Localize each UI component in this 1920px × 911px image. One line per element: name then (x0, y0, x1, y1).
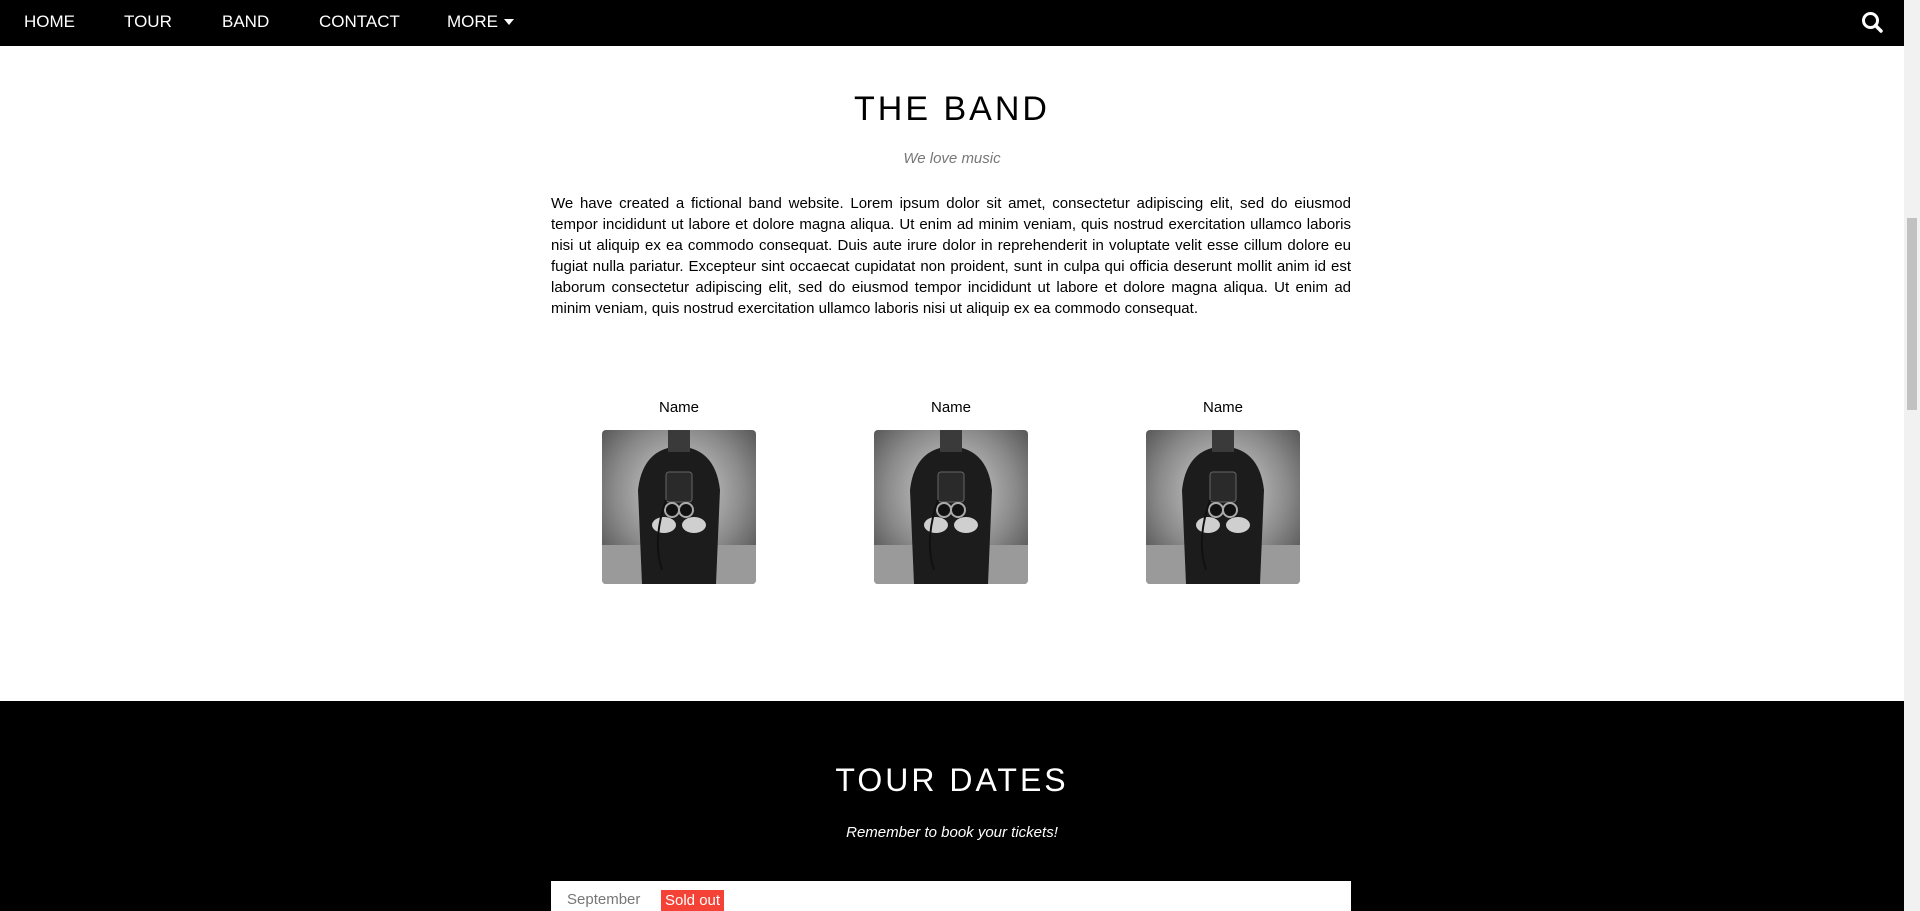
member-photo[interactable] (874, 430, 1028, 584)
member-photo[interactable] (1146, 430, 1300, 584)
top-navbar: HOME TOUR BAND CONTACT MORE (0, 0, 1904, 46)
band-title: THE BAND (854, 90, 1050, 128)
band-member-card: Name (1143, 398, 1303, 584)
member-name: Name (1202, 399, 1243, 416)
band-subtitle: We love music (903, 150, 1001, 167)
nav-item-tour[interactable]: TOUR (124, 0, 172, 46)
ticket-list: September Sold out (551, 881, 1351, 911)
tour-title: TOUR DATES (835, 762, 1069, 798)
tour-section: TOUR DATES Remember to book your tickets… (0, 701, 1904, 911)
band-description: We have created a fictional band website… (551, 195, 1351, 317)
nav-item-more[interactable]: MORE (447, 0, 514, 46)
page: HOME TOUR BAND CONTACT MORE THE BAND We … (0, 0, 1920, 911)
caret-down-icon (504, 19, 514, 25)
sold-out-badge: Sold out (661, 890, 725, 911)
ticket-month: September (567, 891, 641, 908)
vertical-scrollbar[interactable] (1904, 0, 1920, 911)
member-name: Name (930, 399, 971, 416)
search-button[interactable] (1858, 8, 1888, 38)
band-member-card: Name (599, 398, 759, 584)
nav-item-band[interactable]: BAND (222, 0, 269, 46)
member-name: Name (658, 399, 699, 416)
member-photo[interactable] (602, 430, 756, 584)
search-icon (1862, 12, 1883, 33)
band-section: THE BAND We love music We have created a… (0, 46, 1904, 701)
tour-subtitle: Remember to book your tickets! (846, 824, 1058, 841)
nav-item-home[interactable]: HOME (24, 0, 75, 46)
scrollbar-thumb[interactable] (1907, 218, 1917, 410)
band-member-card: Name (871, 398, 1031, 584)
nav-item-contact[interactable]: CONTACT (319, 0, 400, 46)
nav-more-label: MORE (447, 12, 498, 31)
